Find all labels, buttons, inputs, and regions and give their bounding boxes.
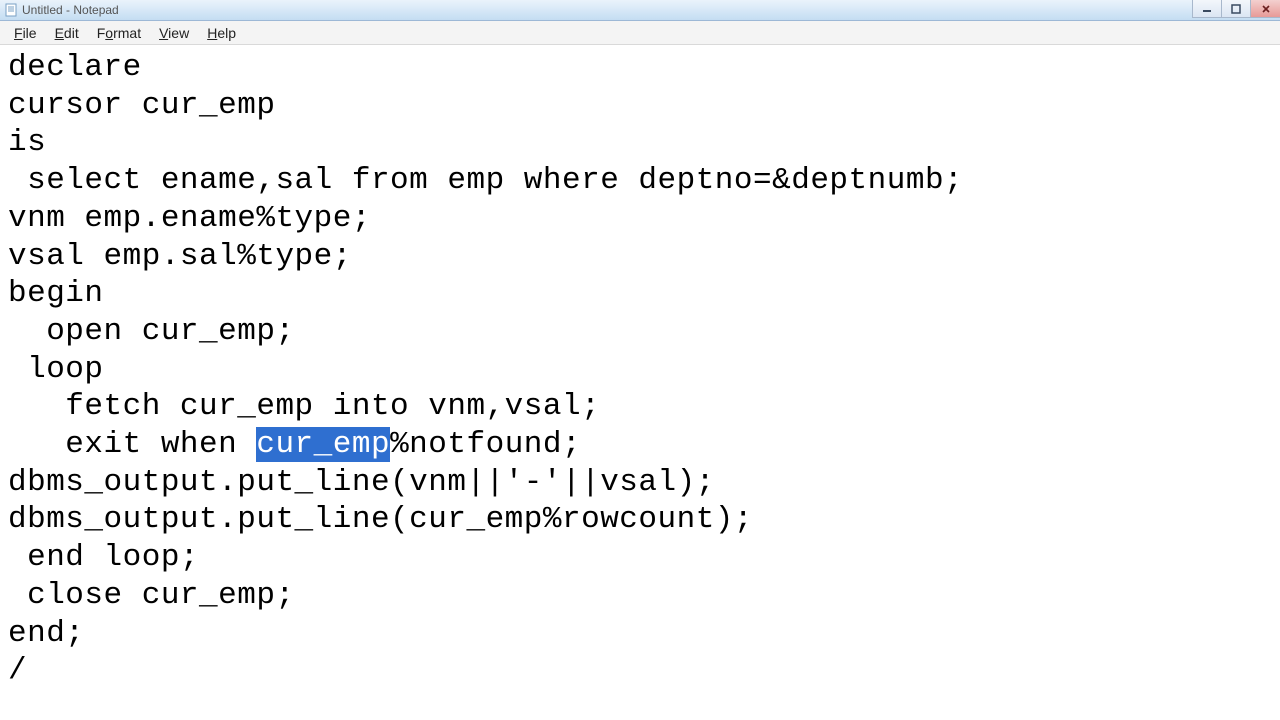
menu-edit[interactable]: Edit <box>47 23 87 43</box>
minimize-button[interactable] <box>1192 0 1222 18</box>
text-editor[interactable]: declare cursor cur_emp is select ename,s… <box>0 45 1280 720</box>
menu-view[interactable]: View <box>151 23 197 43</box>
window-title: Untitled - Notepad <box>22 3 119 17</box>
menu-format[interactable]: Format <box>89 23 149 43</box>
titlebar[interactable]: Untitled - Notepad <box>0 0 1280 21</box>
menu-file[interactable]: File <box>6 23 45 43</box>
text-selection: cur_emp <box>256 427 390 462</box>
code-content: declare cursor cur_emp is select ename,s… <box>8 49 1272 690</box>
menubar: File Edit Format View Help <box>0 21 1280 45</box>
menu-help[interactable]: Help <box>199 23 244 43</box>
maximize-button[interactable] <box>1221 0 1251 18</box>
close-button[interactable] <box>1250 0 1280 18</box>
notepad-window: Untitled - Notepad File Edit Format View… <box>0 0 1280 720</box>
notepad-icon <box>4 3 18 17</box>
window-controls <box>1193 0 1280 18</box>
